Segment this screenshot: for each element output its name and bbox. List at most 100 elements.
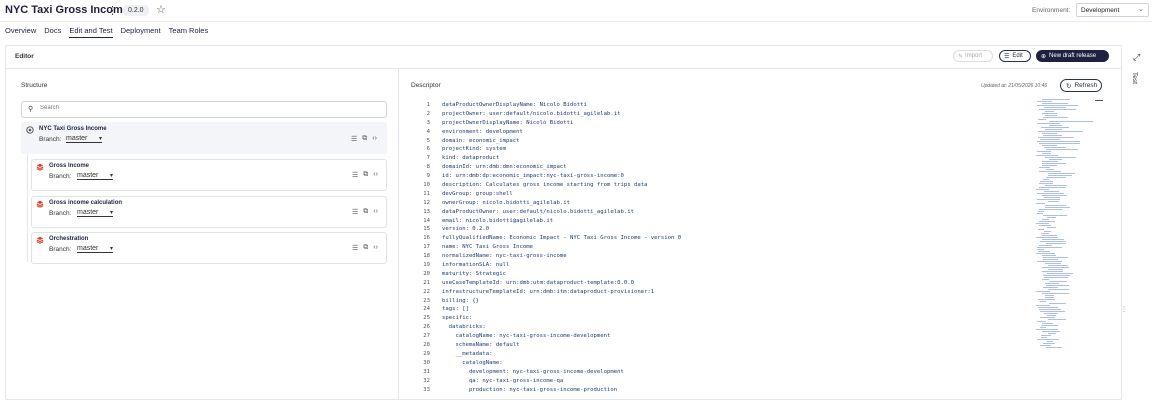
resize-grip-icon[interactable]: ⋮ [1121, 306, 1127, 313]
code-line[interactable]: 15 version: 0.2.0 [416, 225, 1036, 234]
minimap-line [1046, 285, 1069, 286]
code-line[interactable]: 5 domain: economic_impact [416, 137, 1036, 146]
code-text: projectOwnerDisplayName: Nicolò Bidotti [442, 119, 574, 126]
component-node-orchestration[interactable]: Orchestration Branch: master ▾ ☰ ⧉ ‹› [31, 232, 387, 264]
code-minimap[interactable] [1036, 99, 1106, 354]
expand-icon[interactable]: ⤢ [1133, 52, 1140, 63]
minimap-line [1042, 195, 1067, 196]
code-line[interactable]: 9 id: urn:dmb:dp:economic_impact:nyc-taxi… [416, 172, 1036, 181]
structure-search[interactable]: ⚲ [21, 101, 387, 118]
code-line[interactable]: 29 __metadata: [416, 350, 1036, 359]
code-line[interactable]: 12 ownerGroup: nicolo.bidotti_agilelab.it [416, 199, 1036, 208]
code-line[interactable]: 26 databricks: [416, 323, 1036, 332]
diff-icon[interactable]: ⧉ [362, 135, 367, 143]
diff-icon[interactable]: ⧉ [363, 208, 368, 216]
list-icon[interactable]: ☰ [352, 208, 358, 216]
new-draft-release-button[interactable]: ⊕ New draft release [1036, 50, 1109, 62]
code-line[interactable]: 25 specific: [416, 314, 1036, 323]
code-line[interactable]: 6 projectKind: system [416, 145, 1036, 154]
divider [5, 68, 1122, 69]
code-line[interactable]: 24 tags: [] [416, 305, 1036, 314]
code-line[interactable]: 18 normalizedName: nyc-taxi-gross-income [416, 252, 1036, 261]
root-node[interactable]: NYC Taxi Gross Income Branch: master ▾ ☰ … [21, 122, 387, 154]
code-line[interactable]: 28 schemaName: default [416, 341, 1036, 350]
code-icon[interactable]: ‹› [372, 135, 377, 143]
environment-select[interactable]: Development ⌄ [1076, 3, 1149, 17]
branch-select[interactable]: master ▾ [77, 245, 113, 253]
tab-edit-and-test[interactable]: Edit and Test [69, 24, 113, 38]
minimap-line [1036, 329, 1058, 330]
code-line[interactable]: 4 environment: development [416, 128, 1036, 137]
code-line[interactable]: 31 development: nyc-taxi-gross-income-de… [416, 368, 1036, 377]
code-line[interactable]: 1 dataProductOwnerDisplayName: Nicolò Bid… [416, 101, 1036, 110]
minimap-line [1043, 257, 1068, 258]
minimap-line [1040, 327, 1046, 328]
code-icon[interactable]: ‹› [373, 244, 378, 252]
caret-down-icon: ▾ [109, 210, 113, 216]
code-line[interactable]: 32 qa: nyc-taxi-gross-income-qa [416, 377, 1036, 386]
code-line[interactable]: 20 maturity: Strategic [416, 270, 1036, 279]
code-line[interactable]: 2 projectOwner: user:default/nicolo.bidot… [416, 110, 1036, 119]
code-line[interactable]: 11 devGroup: group:shell [416, 190, 1036, 199]
list-icon[interactable]: ☰ [352, 244, 358, 252]
import-button[interactable]: ✎ Import [953, 50, 993, 62]
code-line[interactable]: 27 catalogName: nyc-taxi-gross-income-de… [416, 332, 1036, 341]
minimap-line [1042, 113, 1057, 114]
code-line[interactable]: 22 infrastructureTemplateId: urn:dmb:itm:… [416, 288, 1036, 297]
search-input[interactable] [40, 105, 340, 111]
refresh-button[interactable]: ↻ Refresh [1060, 79, 1102, 92]
descriptor-code-editor[interactable]: 1 dataProductOwnerDisplayName: Nicolò Bid… [416, 101, 1036, 394]
minimap-line [1040, 181, 1053, 182]
code-line[interactable]: 21 useCaseTemplateId: urn:dmb:utm:datapro… [416, 279, 1036, 288]
tab-deployment[interactable]: Deployment [121, 24, 161, 38]
code-line[interactable]: 14 email: nicolo.bidotti@agilelab.it [416, 217, 1036, 226]
line-number: 7 [426, 155, 430, 162]
refresh-label: Refresh [1074, 82, 1098, 89]
code-line[interactable]: 7 kind: dataproduct [416, 154, 1036, 163]
minimap-line [1039, 245, 1052, 246]
code-line[interactable]: 23 billing: {} [416, 297, 1036, 306]
code-line[interactable]: 8 domainId: urn:dmb:dmn:economic_impact [416, 163, 1036, 172]
code-line[interactable]: 17 name: NYC Taxi Gross Income [416, 243, 1036, 252]
panel-divider[interactable] [398, 69, 399, 400]
code-line[interactable]: 19 informationSLA: null [416, 261, 1036, 270]
code-line[interactable]: 30 catalogName: [416, 359, 1036, 368]
code-line[interactable]: 33 production: nyc-taxi-gross-income-pro… [416, 386, 1036, 395]
branch-select[interactable]: master ▾ [77, 209, 113, 217]
test-panel-tab[interactable]: Test [1131, 72, 1138, 84]
code-text: domain: economic_impact [442, 137, 520, 144]
list-icon[interactable]: ☰ [351, 135, 357, 143]
minimap-line [1048, 173, 1075, 174]
component-node-gross-income-calculation[interactable]: Gross income calculation Branch: master ▾… [31, 196, 387, 228]
layers-icon [36, 200, 44, 208]
more-options-icon[interactable]: ⋮ [107, 4, 118, 17]
component-node-gross-income[interactable]: Gross Income Branch: master ▾ ☰ ⧉ ‹› [31, 159, 387, 191]
tab-team-roles[interactable]: Team Roles [169, 24, 209, 38]
minimap-line [1046, 177, 1066, 178]
branch-select[interactable]: master ▾ [77, 172, 113, 180]
tab-overview[interactable]: Overview [5, 24, 36, 38]
code-line[interactable]: 10 description: Calculates gross income s… [416, 181, 1036, 190]
branch-select[interactable]: master ▾ [66, 135, 102, 143]
editor-title: Editor [15, 53, 34, 60]
code-icon[interactable]: ‹› [373, 208, 378, 216]
minimap-line [1043, 117, 1068, 118]
minimap-line [1037, 213, 1043, 214]
list-icon[interactable]: ☰ [352, 171, 358, 179]
caret-down-icon: ▾ [109, 173, 113, 179]
diff-icon[interactable]: ⧉ [363, 244, 368, 252]
tab-docs[interactable]: Docs [44, 24, 61, 38]
code-line[interactable]: 3 projectOwnerDisplayName: Nicolò Bidotti [416, 119, 1036, 128]
favorite-star-icon[interactable]: ☆ [156, 3, 166, 16]
minimap-line [1040, 317, 1055, 318]
line-number: 2 [426, 110, 430, 117]
line-number: 15 [423, 226, 430, 233]
line-number: 14 [423, 217, 430, 224]
code-icon[interactable]: ‹› [373, 171, 378, 179]
diff-icon[interactable]: ⧉ [363, 171, 368, 179]
scrollbar-thumb[interactable] [1095, 100, 1103, 101]
edit-button[interactable]: ☰ Edit [999, 50, 1031, 62]
code-line[interactable]: 13 dataProductOwner: user:default/nicolo.… [416, 208, 1036, 217]
minimap-line [1041, 337, 1047, 338]
code-line[interactable]: 16 fullyQualifiedName: Economic Impact - … [416, 234, 1036, 243]
